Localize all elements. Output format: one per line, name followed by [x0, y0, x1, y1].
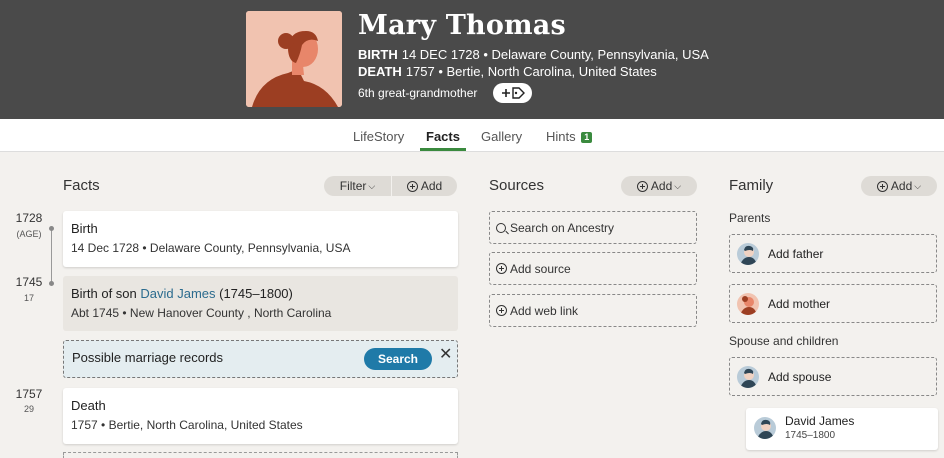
tab-gallery[interactable]: Gallery: [481, 129, 522, 144]
timeline-age: 17: [23, 293, 34, 303]
chevron-down-icon: ⌵: [368, 180, 376, 191]
fact-detail: 1757 • Bertie, North Carolina, United St…: [71, 418, 303, 432]
fact-title: Birth: [71, 221, 98, 236]
add-father-button[interactable]: Add father: [729, 234, 937, 273]
marriage-hint-text: Possible marriage records: [72, 350, 224, 365]
source-item-label: Add web link: [510, 303, 579, 318]
tab-facts[interactable]: Facts: [426, 129, 460, 144]
fact-card-death[interactable]: Death 1757 • Bertie, North Carolina, Uni…: [63, 388, 458, 444]
fact-card-son-birth[interactable]: Birth of son David James (1745–1800) Abt…: [63, 276, 458, 331]
timeline-age: (AGE): [16, 229, 42, 239]
chevron-down-icon: ⌵: [674, 180, 682, 191]
family-title: Family: [729, 177, 774, 194]
fact-title-prefix: Birth of son: [71, 286, 141, 301]
person-name: Mary Thomas: [358, 10, 566, 41]
death-label: DEATH: [358, 64, 402, 79]
hints-count-badge: 1: [581, 132, 593, 143]
male-avatar-icon: [737, 242, 759, 265]
child-name: David James: [785, 414, 855, 428]
fact-detail: Abt 1745 • New Hanover County , North Ca…: [71, 306, 332, 320]
add-source-button[interactable]: Add source: [489, 252, 697, 285]
child-card[interactable]: David James 1745–1800: [746, 408, 938, 450]
plus-circle-icon: [876, 180, 888, 192]
add-father-label: Add father: [768, 246, 824, 261]
search-button[interactable]: Search: [364, 348, 432, 370]
death-summary: DEATH 1757 • Bertie, North Carolina, Unit…: [358, 64, 657, 79]
active-tab-indicator: [420, 148, 466, 151]
facts-actions: Filter ⌵ Add: [324, 176, 457, 196]
male-avatar-icon: [737, 365, 759, 388]
source-item-label: Search on Ancestry: [510, 220, 615, 235]
search-icon: [496, 222, 506, 233]
spouse-children-label: Spouse and children: [729, 334, 839, 348]
birth-summary: BIRTH 14 DEC 1728 • Delaware County, Penn…: [358, 47, 709, 62]
tab-hints-label: Hints: [546, 129, 576, 144]
add-spouse-button[interactable]: Add spouse: [729, 357, 937, 396]
sources-title: Sources: [489, 177, 545, 194]
plus-tag-icon: [501, 87, 525, 99]
add-fact-label: Add: [420, 179, 443, 193]
facts-title: Facts: [63, 177, 100, 194]
tab-lifestory[interactable]: LifeStory: [353, 129, 404, 144]
birth-label: BIRTH: [358, 47, 398, 62]
timeline-line: [51, 228, 52, 284]
add-tag-button[interactable]: [493, 83, 532, 103]
male-avatar-icon: [754, 417, 776, 439]
add-mother-label: Add mother: [768, 296, 831, 311]
fact-title: Birth of son David James (1745–1800): [71, 286, 450, 301]
plus-circle-icon: [496, 263, 507, 274]
son-dates: (1745–1800): [215, 286, 293, 301]
timeline-year: 1757: [15, 387, 43, 401]
add-fact-button[interactable]: Add: [392, 176, 457, 196]
plus-circle-icon: [406, 180, 418, 192]
add-source-label: Add: [650, 179, 673, 193]
child-dates: 1745–1800: [785, 430, 836, 441]
timeline-year: 1728: [15, 211, 43, 225]
female-avatar-icon: [737, 292, 759, 315]
plus-circle-icon: [636, 180, 648, 192]
person-portrait[interactable]: [246, 11, 342, 107]
fact-detail: 14 Dec 1728 • Delaware County, Pennsylva…: [71, 241, 351, 255]
add-spouse-label: Add spouse: [768, 369, 832, 384]
tab-hints[interactable]: Hints 1: [546, 129, 593, 144]
fact-card-birth[interactable]: Birth 14 Dec 1728 • Delaware County, Pen…: [63, 211, 458, 267]
death-value: 1757 • Bertie, North Carolina, United St…: [405, 64, 657, 79]
marriage-hint-banner: Possible marriage records Search ✕: [63, 340, 458, 378]
timeline-dot: [49, 281, 54, 286]
son-name-link[interactable]: David James: [140, 286, 215, 301]
source-item-label: Add source: [510, 261, 571, 276]
fact-title: Death: [71, 398, 106, 413]
profile-tabs: LifeStory Facts Gallery Hints 1: [0, 119, 944, 152]
filter-label: Filter: [339, 179, 367, 193]
add-family-label: Add: [890, 179, 913, 193]
timeline-dot: [49, 226, 54, 231]
woman-silhouette-icon: [246, 11, 342, 107]
plus-circle-icon: [496, 305, 507, 316]
person-header: Mary Thomas BIRTH 14 DEC 1728 • Delaware …: [0, 0, 944, 119]
timeline-age: 29: [23, 404, 34, 414]
add-family-dropdown[interactable]: Add ⌵: [861, 176, 937, 196]
filter-button[interactable]: Filter ⌵: [324, 176, 391, 196]
parents-label: Parents: [729, 211, 771, 225]
timeline-year: 1745: [15, 275, 43, 289]
add-web-link-button[interactable]: Add web link: [489, 294, 697, 327]
search-on-ancestry-button[interactable]: Search on Ancestry: [489, 211, 697, 244]
next-fact-placeholder: [63, 452, 458, 458]
birth-value: 14 DEC 1728 • Delaware County, Pennsylva…: [401, 47, 709, 62]
chevron-down-icon: ⌵: [914, 180, 922, 191]
close-icon[interactable]: ✕: [439, 344, 452, 364]
add-mother-button[interactable]: Add mother: [729, 284, 937, 323]
add-source-dropdown[interactable]: Add ⌵: [621, 176, 697, 196]
relationship-label: 6th great-grandmother: [358, 86, 478, 100]
